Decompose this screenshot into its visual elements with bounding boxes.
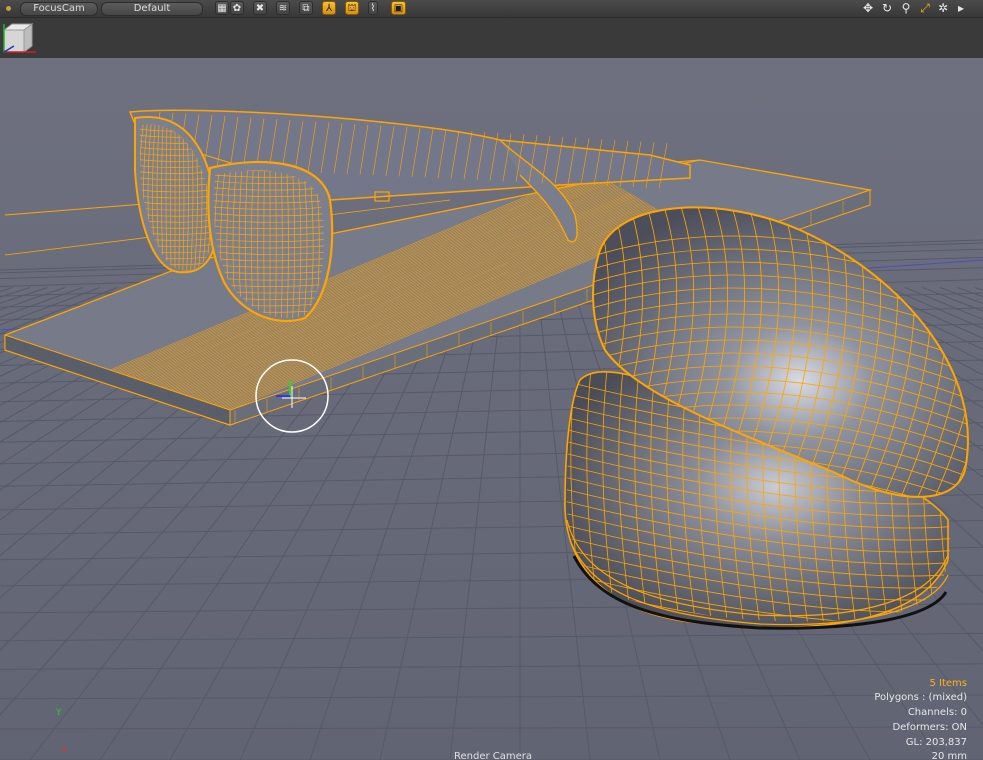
axis-y-label: Y [56,708,62,718]
toolbar-grip-icon[interactable] [6,6,11,11]
wave-icon[interactable]: ≋ [276,1,290,15]
zoom-view-icon[interactable]: ⚲ [898,0,914,17]
gl-readout: GL: 203,837 [905,737,967,748]
viewport-canvas[interactable] [0,18,983,760]
layer-icon[interactable]: ⧉ [299,1,313,15]
viewport-toolbar: FocusCam Default ▦ ✿ ✖ ≋ ⧉ ⅄ ⛫ ⌇ ▣ ✥ ↻ ⚲ ⤢ ✲ ▸ [0,0,983,18]
deformers-readout: Deformers: ON [892,722,967,733]
camera-label: Render Camera [454,751,533,760]
fit-view-icon[interactable]: ⤢ [917,0,933,17]
item-icon[interactable]: ▣ [391,1,406,15]
mesh-icon[interactable]: ⛫ [345,1,359,15]
axis-x-label: x [62,745,68,755]
3d-viewport[interactable]: Y x 5 Items Polygons : (mixed) Channels:… [0,18,983,760]
preset-dropdown[interactable]: Default [101,2,203,16]
items-count: 5 Items [929,678,967,689]
shaded-icon[interactable]: ✿ [230,1,244,15]
focal-length-readout: 20 mm [931,751,967,760]
wire-icon[interactable]: ✖ [253,1,267,15]
polygons-readout: Polygons : (mixed) [874,692,967,703]
camera-dropdown[interactable]: FocusCam [20,2,98,16]
orientation-axes-icon [2,23,36,53]
settings-icon[interactable]: ✲ [935,0,951,17]
checker-icon[interactable]: ▦ [215,1,229,15]
viewport-top-shade [0,18,983,58]
expand-arrow-icon[interactable]: ▸ [953,0,969,17]
channels-readout: Channels: 0 [907,707,967,718]
axis-icon[interactable]: ⅄ [322,1,336,15]
bone-icon[interactable]: ⌇ [368,1,378,15]
rotate-view-icon[interactable]: ↻ [879,0,895,17]
move-view-icon[interactable]: ✥ [860,0,876,17]
